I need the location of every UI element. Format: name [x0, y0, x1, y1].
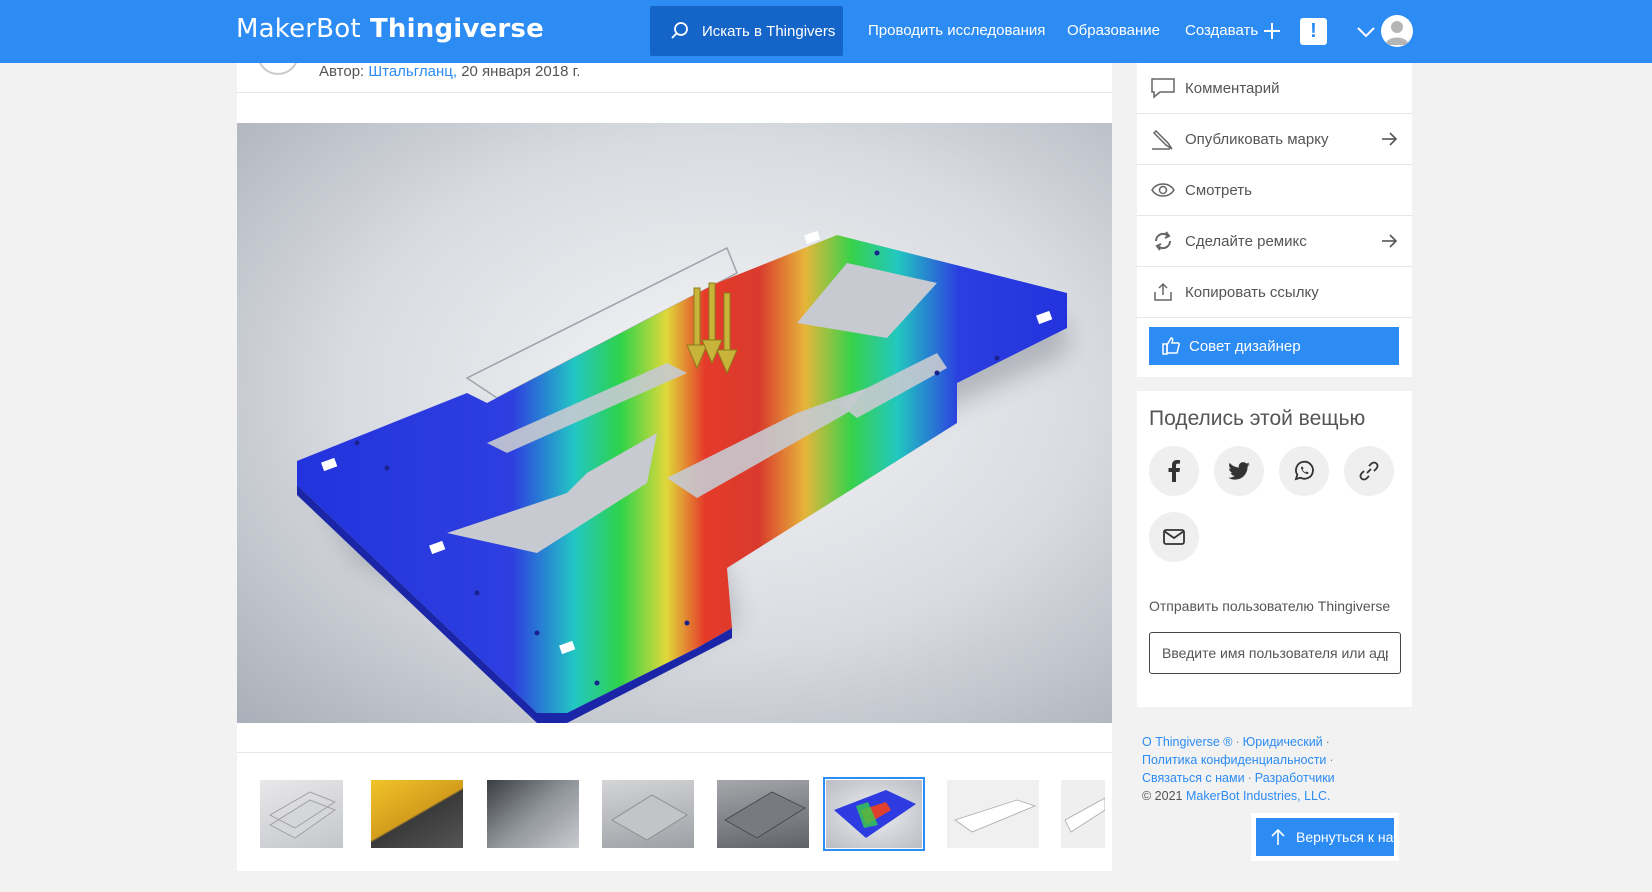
copy-link-action[interactable]: Копировать ссылку	[1137, 267, 1412, 318]
send-to-user-label: Отправить пользователю Thingiverse	[1149, 598, 1391, 614]
thumbnail-3[interactable]	[487, 780, 579, 848]
share-copy-link-button[interactable]	[1344, 446, 1394, 496]
author-name-link[interactable]: Штальгланц,	[368, 63, 457, 80]
footer-legal-link[interactable]: Юридический	[1243, 735, 1323, 749]
thumbnail-2[interactable]	[371, 780, 463, 848]
share-whatsapp-button[interactable]	[1279, 446, 1329, 496]
footer-developers-link[interactable]: Разработчики	[1255, 771, 1335, 785]
thumbnail-5[interactable]	[717, 780, 809, 848]
share-upload-icon	[1143, 282, 1183, 302]
footer-privacy-link[interactable]: Политика конфиденциальности	[1142, 753, 1326, 767]
makerbot-thingiverse-logo[interactable]: MakerBot Thingiverse	[236, 14, 544, 44]
thumbnail-8[interactable]	[1061, 780, 1105, 848]
watch-label: Смотреть	[1185, 181, 1252, 199]
separator-dot: ·	[1235, 735, 1240, 749]
thing-main-panel: Автор: Штальгланц, 20 января 2018 г.	[237, 33, 1112, 871]
remix-icon	[1143, 230, 1183, 252]
arrow-right-icon	[1382, 132, 1398, 146]
logo-makerbot-text: MakerBot	[236, 14, 361, 44]
thumbnail-strip	[237, 752, 1112, 871]
thumbnail-image	[269, 791, 336, 839]
whatsapp-icon	[1294, 460, 1314, 481]
send-to-user-input[interactable]	[1149, 632, 1401, 674]
main-thing-image[interactable]	[237, 123, 1112, 723]
arrow-up-icon	[1271, 828, 1285, 845]
publish-date: 20 января 2018 г.	[461, 63, 581, 80]
post-make-label: Опубликовать марку	[1185, 130, 1329, 148]
notification-button[interactable]: !	[1300, 18, 1327, 45]
tip-designer-label: Совет дизайнер	[1189, 337, 1301, 355]
share-facebook-button[interactable]	[1149, 446, 1199, 496]
top-navigation-bar: MakerBot Thingiverse Искать в Thingivers…	[0, 0, 1652, 63]
nav-create-link[interactable]: Создавать	[1185, 22, 1258, 39]
email-icon	[1163, 529, 1185, 545]
thumbnail-6-selected[interactable]	[823, 777, 925, 851]
thumbnail-image	[834, 790, 916, 838]
thumbnail-image	[611, 794, 688, 841]
search-button[interactable]: Искать в Thingivers	[650, 6, 843, 56]
footer-company-link[interactable]: MakerBot Industries, LLC.	[1186, 789, 1331, 803]
footer-contact-link[interactable]: Связаться с нами	[1142, 771, 1245, 785]
eye-icon	[1143, 181, 1183, 199]
fea-plate-render	[297, 230, 1067, 723]
search-button-label: Искать в Thingivers	[702, 22, 836, 40]
thumbnail-image	[724, 791, 806, 839]
footer-links: О Thingiverse ® · Юридический · Политика ко…	[1142, 733, 1372, 805]
share-twitter-button[interactable]	[1214, 446, 1264, 496]
footer-copyright: © 2021	[1142, 789, 1183, 803]
back-to-top-button[interactable]: Вернуться к началу	[1256, 818, 1394, 856]
post-make-action[interactable]: Опубликовать марку	[1137, 114, 1412, 165]
remix-label: Сделайте ремикс	[1185, 232, 1307, 250]
comment-label: Комментарий	[1185, 79, 1280, 97]
thumbnail-image	[954, 799, 1037, 833]
separator-dot: ·	[1329, 753, 1334, 767]
thumbnail-1[interactable]	[260, 780, 343, 848]
thumbs-up-icon	[1162, 337, 1180, 355]
thing-actions-panel: Комментарий Опубликовать марку Смотреть …	[1137, 63, 1412, 377]
user-avatar[interactable]	[1381, 15, 1413, 47]
twitter-icon	[1228, 462, 1250, 480]
logo-thingiverse-text: Thingiverse	[370, 14, 544, 44]
nav-education-link[interactable]: Образование	[1067, 22, 1160, 39]
comment-action[interactable]: Комментарий	[1137, 63, 1412, 114]
comment-icon	[1143, 77, 1183, 99]
share-title: Поделись этой вещью	[1149, 407, 1366, 430]
thumbnail-7[interactable]	[947, 780, 1039, 848]
share-email-button[interactable]	[1149, 512, 1199, 562]
tip-designer-button[interactable]: Совет дизайнер	[1149, 327, 1399, 365]
link-icon	[1359, 461, 1379, 481]
search-icon	[671, 22, 688, 39]
chevron-down-icon[interactable]	[1356, 26, 1376, 38]
nav-explore-link[interactable]: Проводить исследования	[868, 22, 1045, 39]
back-to-top-label: Вернуться к началу	[1296, 829, 1394, 845]
thumbnail-4[interactable]	[602, 780, 694, 848]
arrow-right-icon	[1382, 234, 1398, 248]
separator-dot: ·	[1325, 735, 1330, 749]
watch-action[interactable]: Смотреть	[1137, 165, 1412, 216]
user-icon	[1385, 21, 1409, 45]
footer-about-link[interactable]: О Thingiverse ®	[1142, 735, 1233, 749]
author-prefix: Автор:	[319, 63, 365, 80]
facebook-icon	[1168, 460, 1180, 482]
author-row: Автор: Штальгланц, 20 января 2018 г.	[237, 33, 1112, 93]
make-pen-icon	[1143, 127, 1183, 151]
separator-dot: ·	[1247, 771, 1252, 785]
share-panel: Поделись этой вещью Отправить пользовате…	[1137, 391, 1412, 707]
thumbnail-image	[1064, 797, 1105, 833]
copy-link-label: Копировать ссылку	[1185, 283, 1319, 301]
plus-icon[interactable]	[1262, 19, 1282, 43]
author-byline: Автор: Штальгланц, 20 января 2018 г.	[319, 63, 580, 80]
remix-action[interactable]: Сделайте ремикс	[1137, 216, 1412, 267]
